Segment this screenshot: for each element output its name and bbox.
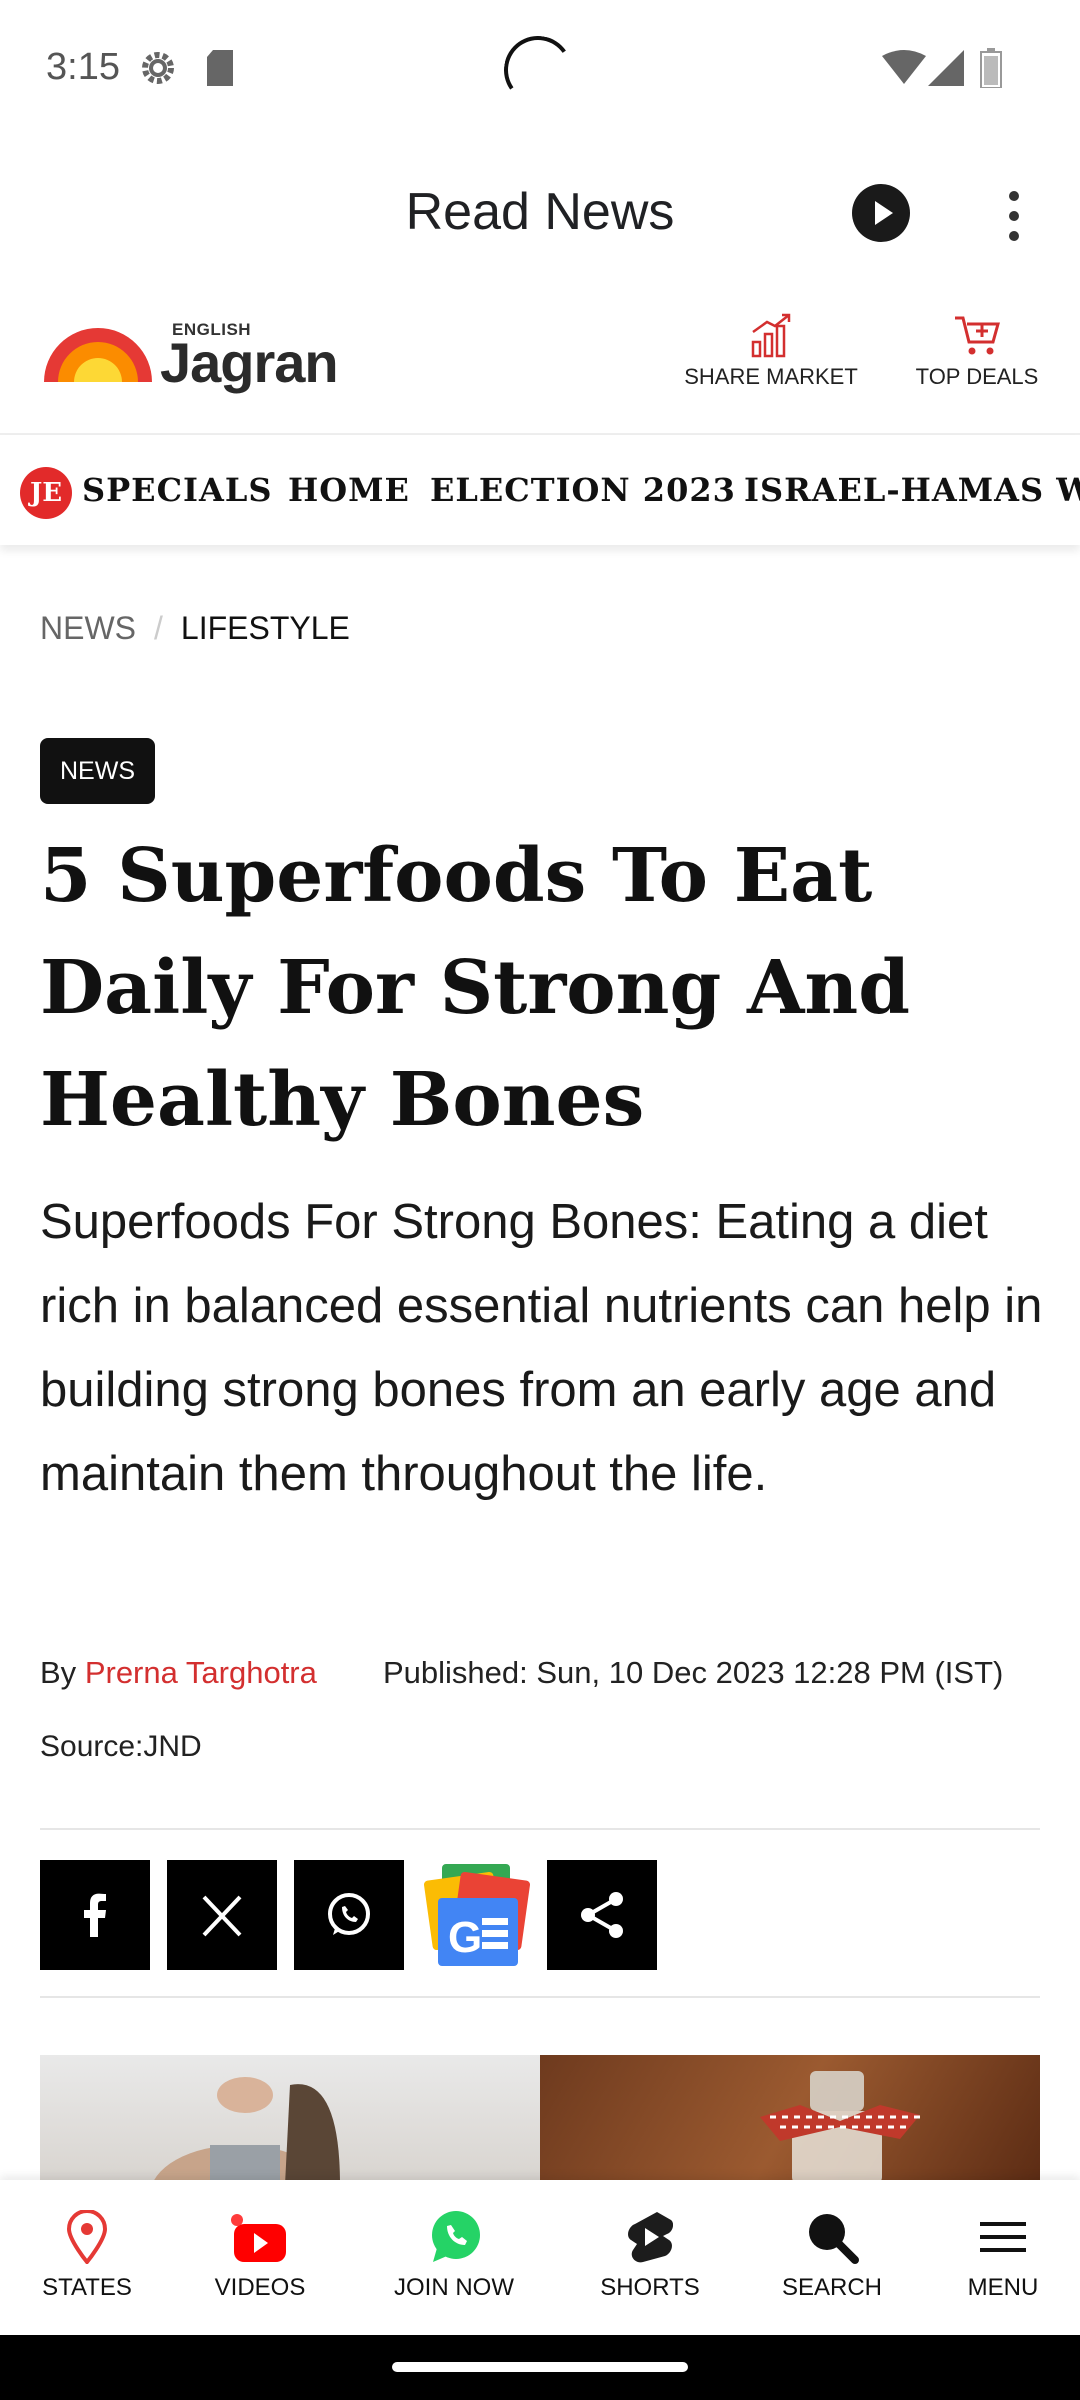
whatsapp-share-button[interactable] [294,1860,404,1970]
x-share-button[interactable] [167,1860,277,1970]
shorts-icon [628,2212,673,2263]
je-badge[interactable]: JE [20,467,72,519]
logo-name[interactable]: Jagran [160,330,339,395]
status-bar: 3:15 [0,0,1080,140]
article-category-badge[interactable]: NEWS [40,738,155,804]
published-date: Published: Sun, 10 Dec 2023 12:28 PM (IS… [383,1655,1004,1690]
battery-icon [980,48,1002,88]
bottom-nav-videos[interactable]: VIDEOS [200,2210,320,2302]
cell-signal-icon [928,50,964,86]
nav-item-specials[interactable]: SPECIALS [82,471,272,509]
share-market-button[interactable]: SHARE MARKET [682,312,860,390]
status-time: 3:15 [46,46,120,88]
play-button[interactable] [852,184,910,242]
play-icon [875,201,893,225]
site-header: ENGLISH Jagran SHARE MARKET TOP DEALS [0,290,1080,435]
share-icon [581,1892,623,1938]
whatsapp-icon [328,1893,370,1935]
bottom-nav-search[interactable]: SEARCH [772,2210,892,2302]
reader-bar: Read News [0,140,1080,290]
nav-item-election-2023[interactable]: ELECTION 2023 [430,471,736,509]
jagran-logo-sun-icon[interactable] [40,320,156,390]
bottom-nav-search-label: SEARCH [781,2274,883,2301]
bottom-nav-join-now-label: JOIN NOW [394,2274,514,2301]
byline: By Prerna Targhotra [40,1655,317,1691]
top-deals-button[interactable]: TOP DEALS [912,312,1042,390]
bottom-nav-shorts[interactable]: SHORTS [590,2210,710,2302]
woman-neck-photo [151,2077,340,2185]
search-icon [809,2214,859,2264]
breadcrumb-news[interactable]: NEWS [40,610,136,646]
hamburger-menu-icon [980,2222,1026,2252]
article-image-neck-pain [40,2055,540,2185]
wifi-icon [882,50,926,84]
more-share-button[interactable] [547,1860,657,1970]
home-gesture-handle[interactable] [392,2362,688,2372]
facebook-icon [84,1893,106,1937]
share-market-chart-icon [751,313,791,358]
breadcrumb-separator: / [154,610,163,646]
article-source: Source:JND [40,1730,202,1763]
svg-text:G: G [448,1913,482,1962]
loading-spinner [498,30,578,110]
author-link[interactable]: Prerna Targhotra [85,1655,317,1690]
nav-item-home[interactable]: HOME [288,471,410,509]
top-deals-label: TOP DEALS [915,364,1039,389]
cart-icon [955,316,1000,355]
x-icon [202,1895,242,1937]
whatsapp-icon [432,2211,480,2262]
article-image-jar [540,2055,1040,2185]
reader-title: Read News [405,183,675,241]
bottom-nav-shorts-label: SHORTS [600,2274,700,2301]
category-nav: JE SPECIALS HOME ELECTION 2023 ISRAEL-HA… [0,435,1080,545]
google-news-icon: G [423,1864,531,1966]
article-headline: 5 Superfoods To Eat Daily For Strong And… [40,833,910,1143]
nav-item-israel-hamas[interactable]: ISRAEL-HAMAS W [744,471,1080,509]
google-news-button[interactable]: G [420,1862,532,1970]
divider [40,1828,1040,1830]
bottom-navigation: STATES VIDEOS JOIN NOW SHORTS SEARCH MEN… [0,2180,1080,2335]
more-options-icon[interactable] [996,188,1032,244]
divider [40,1996,1040,1998]
bottom-nav-videos-label: VIDEOS [214,2274,306,2301]
bottom-nav-menu[interactable]: MENU [948,2210,1058,2302]
breadcrumb-lifestyle[interactable]: LIFESTYLE [181,610,350,646]
bottom-nav-states-label: STATES [42,2274,132,2301]
location-pin-icon [66,2210,108,2264]
breadcrumb: NEWS / LIFESTYLE [40,610,350,647]
bottom-nav-menu-label: MENU [967,2274,1039,2301]
byline-prefix: By [40,1655,77,1690]
sd-card-icon [207,50,233,86]
settings-gear-icon [142,52,174,84]
share-market-label: SHARE MARKET [684,364,858,389]
milk-jar-photo [760,2071,920,2185]
gesture-bar [0,2335,1080,2400]
youtube-icon [231,2214,286,2262]
facebook-share-button[interactable] [40,1860,150,1970]
bottom-nav-join-now[interactable]: JOIN NOW [380,2210,528,2302]
bottom-nav-states[interactable]: STATES [32,2210,142,2302]
article-summary: Superfoods For Strong Bones: Eating a di… [40,1195,1043,1501]
